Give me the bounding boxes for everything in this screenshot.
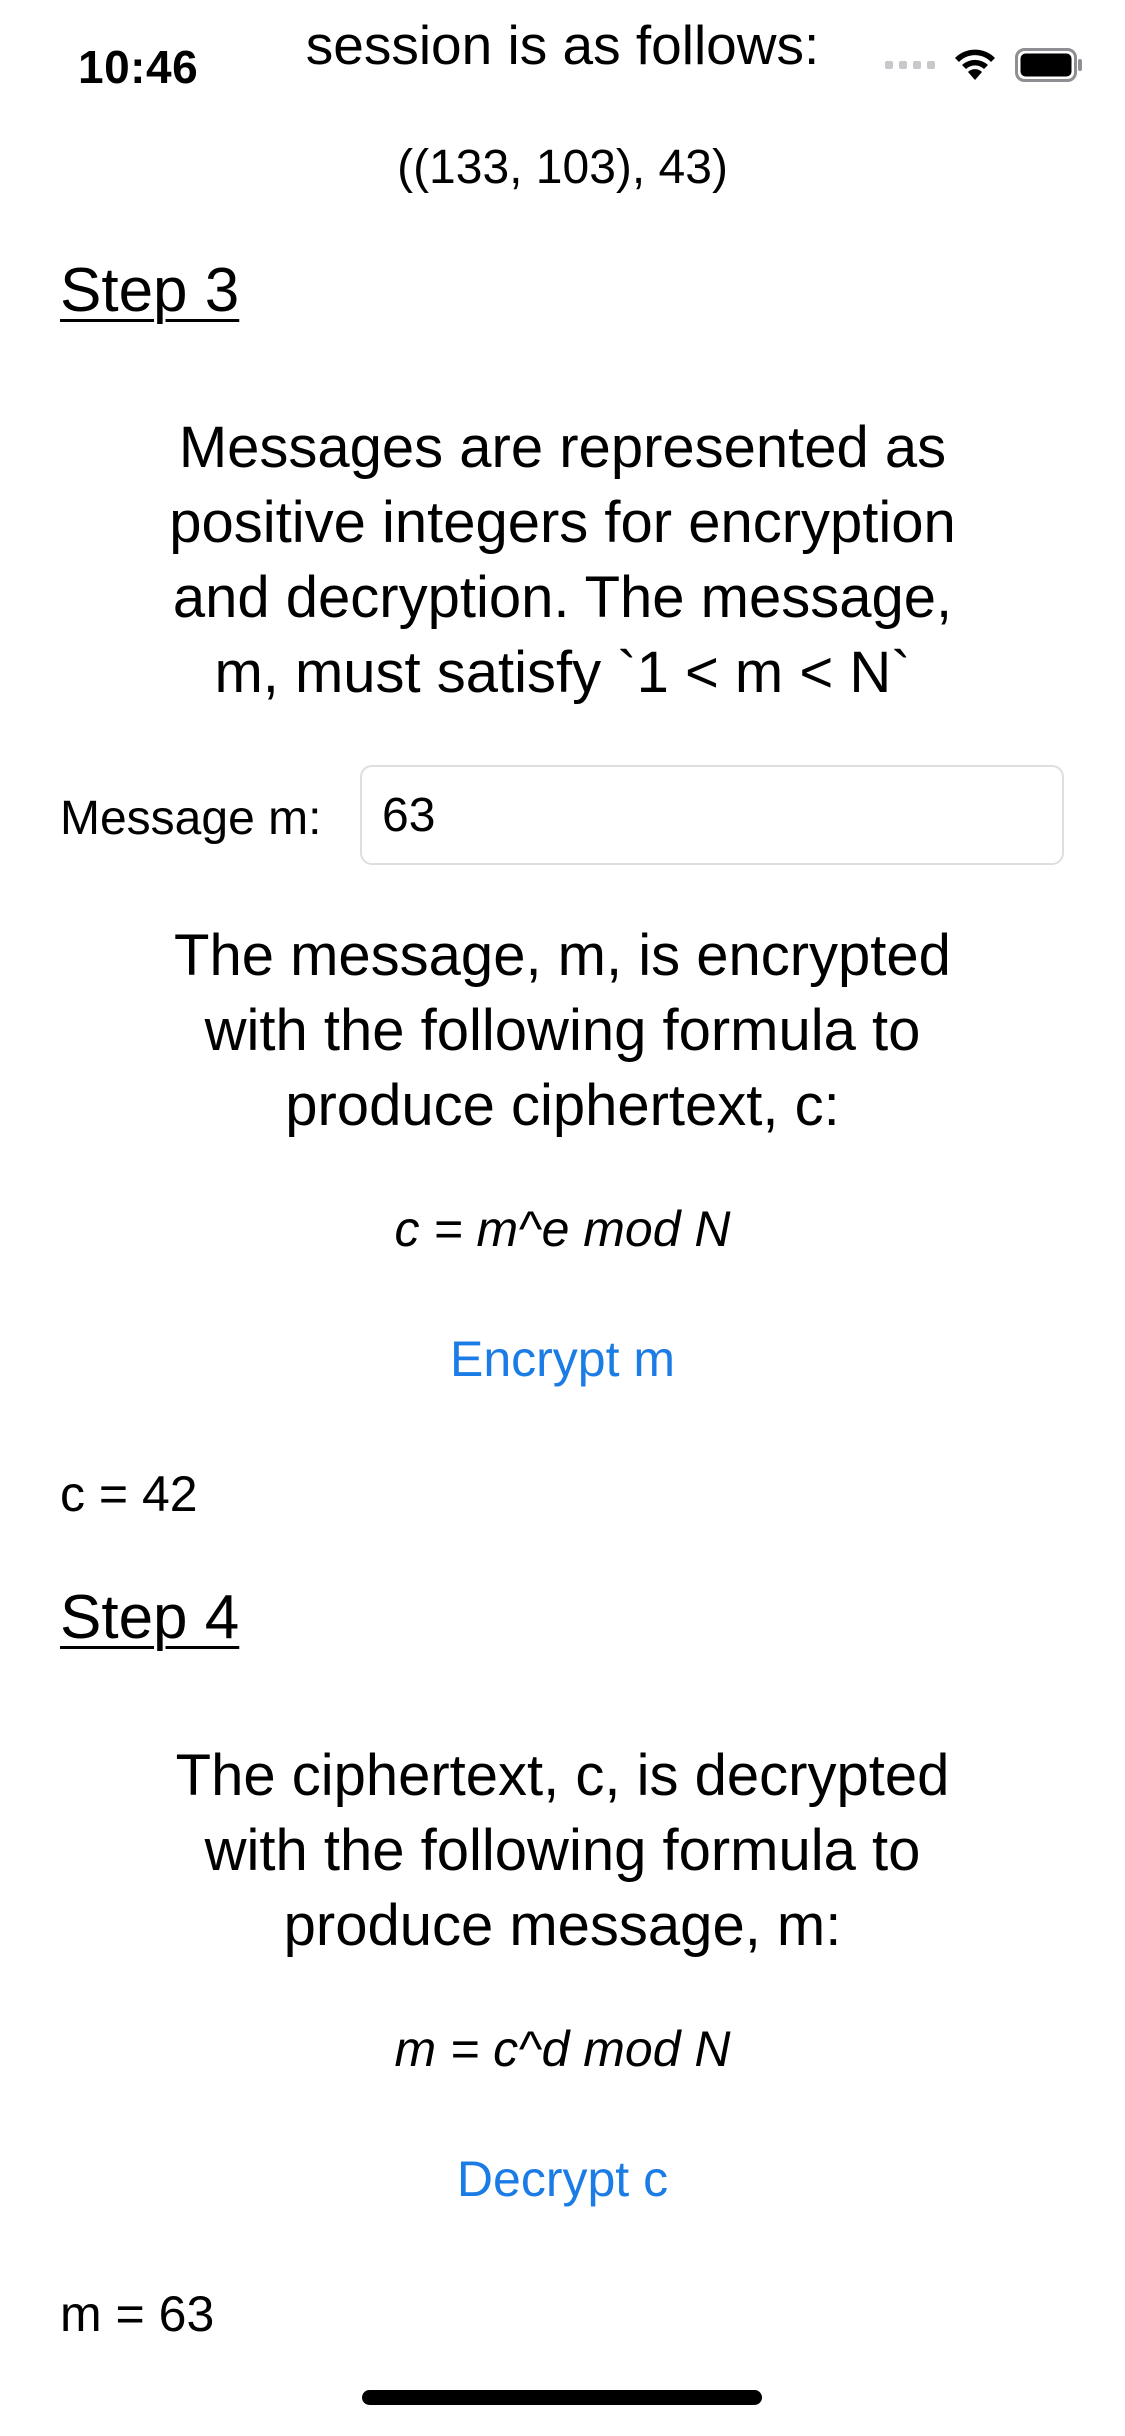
encrypt-button-row: Encrypt m [0, 1330, 1125, 1388]
encrypt-description: The message, m, is encrypted with the fo… [0, 918, 1125, 1143]
encrypt-description-line: The message, m, is encrypted [174, 923, 951, 988]
encrypt-formula: c = m^e mod N [394, 1201, 731, 1257]
encrypt-button[interactable]: Encrypt m [450, 1331, 675, 1387]
status-bar: 10:46 [0, 0, 1125, 140]
step4-heading: Step 4 [60, 1583, 240, 1652]
status-time: 10:46 [78, 41, 199, 93]
step3-heading: Step 3 [60, 256, 240, 325]
status-icons [885, 48, 1083, 82]
step4-description: The ciphertext, c, is decrypted with the… [0, 1738, 1125, 1963]
wifi-icon [955, 49, 995, 80]
decrypt-formula: m = c^d mod N [394, 2021, 731, 2077]
message-input-row: Message m: [60, 765, 1066, 867]
key-pair-text: ((133, 103), 43) [397, 141, 728, 194]
step3-description-line: Messages are represented as [178, 415, 947, 480]
step3-description: Messages are represented as positive int… [0, 410, 1125, 710]
step3-description-line: m, must satisfy `1 < m < N` [214, 640, 911, 705]
decrypt-button[interactable]: Decrypt c [457, 2151, 668, 2207]
step4-description-line: The ciphertext, c, is decrypted [175, 1743, 950, 1808]
home-indicator[interactable] [362, 2390, 762, 2405]
battery-icon [1015, 48, 1082, 82]
step4-description-line: with the following formula to [204, 1818, 921, 1883]
decrypt-button-row: Decrypt c [0, 2150, 1125, 2208]
step3-description-line: positive integers for encryption [169, 490, 956, 555]
message-input-label: Message m: [60, 792, 322, 845]
encrypt-description-line: with the following formula to [204, 998, 921, 1063]
scroll-content: session is as follows: ((133, 103), 43) … [0, 0, 1125, 2436]
ciphertext-result: c = 42 [60, 1466, 198, 1522]
message-result: m = 63 [60, 2286, 215, 2342]
step4-description-line: produce message, m: [283, 1893, 842, 1958]
cellular-signal-icon [885, 61, 935, 69]
step3-description-line: and decryption. The message, [172, 565, 953, 630]
encrypt-description-line: produce ciphertext, c: [285, 1073, 840, 1138]
message-input[interactable] [360, 765, 1064, 865]
